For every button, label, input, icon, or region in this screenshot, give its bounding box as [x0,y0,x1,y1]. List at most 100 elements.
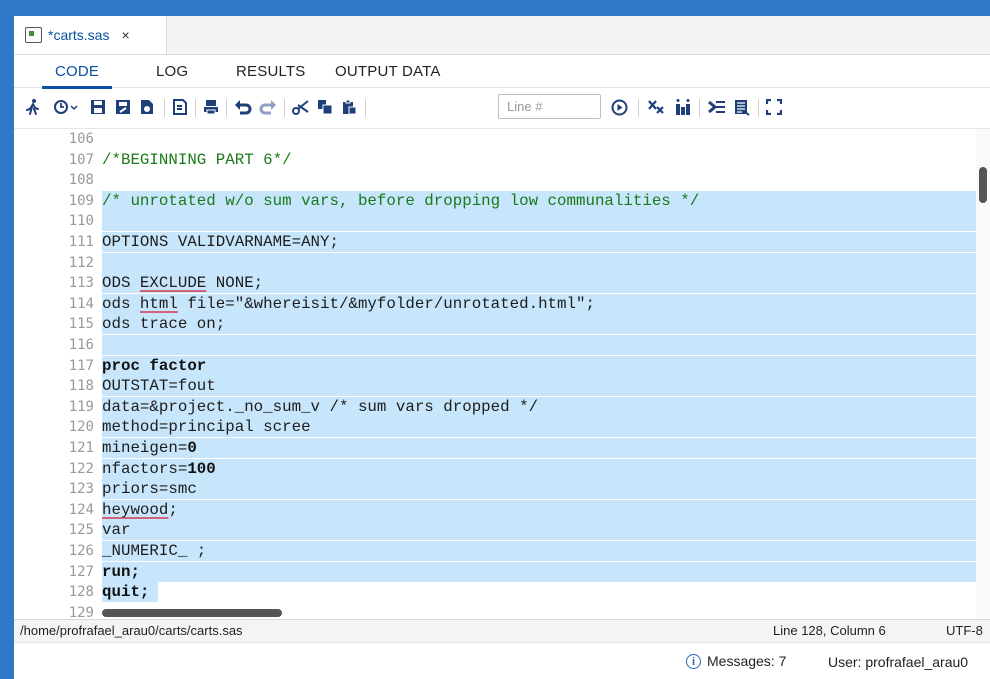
selection-highlight [102,479,976,500]
snippets-icon[interactable] [734,96,750,118]
code-text: ODS EXCLUDE NONE; [102,274,264,293]
tab-results[interactable]: RESULTS [236,63,305,80]
code-editor[interactable]: 130129128quit;127run;126_NUMERIC_ ;125va… [14,129,990,619]
toolbar-separator [638,99,639,117]
tab-log[interactable]: LOG [156,63,188,80]
cursor-position: Line 128, Column 6 [773,623,886,638]
code-text: heywood; [102,500,178,519]
line-number: 107 [68,151,94,168]
editor-subtabs: CODE LOG RESULTS OUTPUT DATA [14,55,990,89]
save-as-icon[interactable] [115,96,131,118]
selection-highlight [102,458,976,479]
close-tab-icon[interactable]: × [121,27,129,43]
undo-icon[interactable] [234,96,252,118]
code-line[interactable]: 119 data=&project._no_sum_v /* sum vars d… [14,396,990,417]
vertical-scrollbar[interactable] [976,129,990,619]
code-line[interactable]: 115 ods trace on; [14,314,990,335]
code-line[interactable]: 118 OUTSTAT=fout [14,376,990,397]
line-number: 128 [68,584,94,601]
toolbar-separator [284,99,285,117]
line-number: 118 [68,378,94,395]
line-number: 126 [68,543,94,559]
toolbar-separator [226,99,227,117]
cut-icon[interactable] [292,96,310,118]
selection-highlight [102,541,976,561]
line-number: 129 [68,604,94,619]
toolbar-separator [195,99,196,117]
toolbar-separator [164,99,165,117]
line-number: 123 [68,481,94,498]
tab-output-data[interactable]: OUTPUT DATA [335,63,441,80]
code-text: var [102,521,131,540]
code-line[interactable]: 124 heywood; [14,499,990,520]
code-text: method=principal scree [102,418,311,437]
vertical-scroll-thumb[interactable] [979,167,987,203]
code-line[interactable]: 110 [14,211,990,232]
paste-icon[interactable] [341,96,357,118]
code-line[interactable]: 117 proc factor [14,355,990,376]
code-text: ods trace on; [102,315,226,334]
file-tab-bar: *carts.sas × [14,16,990,55]
file-tab-name: *carts.sas [48,27,110,43]
file-path: /home/profrafael_arau0/carts/carts.sas [20,623,243,638]
run-icon[interactable] [24,96,42,118]
code-line[interactable]: 120 method=principal scree [14,417,990,438]
code-line[interactable]: 121 mineigen=0 [14,438,990,458]
code-text: OPTIONS VALIDVARNAME=ANY; [102,233,339,251]
line-goto-icon[interactable] [611,96,628,118]
maximize-icon[interactable] [766,96,782,118]
line-number: 114 [68,295,94,312]
line-number: 119 [68,398,94,415]
download-icon[interactable] [139,96,155,118]
code-line[interactable]: 126 _NUMERIC_ ; [14,541,990,561]
line-number-input[interactable] [498,94,601,119]
selection-highlight [102,520,976,541]
code-line[interactable]: 114 ods html file="&whereisit/&myfolder/u… [14,293,990,314]
code-line[interactable]: 127 run; [14,561,990,582]
print-icon[interactable] [203,96,219,118]
redo-icon[interactable] [259,96,277,118]
code-line[interactable]: 109 /* unrotated w/o sum vars, before dro… [14,190,990,211]
clear-icon[interactable] [647,96,665,118]
line-number: 121 [68,440,94,456]
code-text: run; [102,562,140,581]
user-name: User: profrafael_arau0 [828,654,969,670]
copy-icon[interactable] [317,96,333,118]
messages-count: Messages: 7 [707,653,787,669]
sas-studio-window: *carts.sas × CODE LOG RESULTS OUTPUT DAT… [14,16,990,679]
line-number: 124 [68,501,94,518]
code-line[interactable]: 125 var [14,520,990,541]
code-line[interactable]: 106 [14,129,990,149]
selection-highlight [102,252,976,273]
code-line[interactable]: 122 nfactors=100 [14,458,990,479]
code-line[interactable]: 123 priors=smc [14,479,990,500]
horizontal-scroll-thumb[interactable] [102,609,282,617]
save-icon[interactable] [90,96,106,118]
line-number: 116 [68,337,94,353]
code-line[interactable]: 112 [14,252,990,273]
code-text: _NUMERIC_ ; [102,542,207,560]
file-encoding: UTF-8 [946,623,983,638]
history-icon[interactable] [52,96,78,118]
code-line[interactable]: 113 ODS EXCLUDE NONE; [14,273,990,294]
line-number: 109 [68,192,94,209]
line-number: 110 [68,213,94,230]
query-icon[interactable] [674,96,692,118]
code-line[interactable]: 128 quit; [14,582,990,603]
code-line[interactable]: 108 [14,170,990,190]
code-line[interactable]: 111 OPTIONS VALIDVARNAME=ANY; [14,232,990,252]
selection-highlight [102,438,976,458]
code-text: priors=smc [102,480,197,499]
file-tab[interactable]: *carts.sas × [14,16,167,54]
selection-highlight [102,314,976,335]
tab-code[interactable]: CODE [41,63,113,89]
format-icon[interactable] [172,96,188,118]
bottom-bar: i Messages: 7 User: profrafael_arau0 [14,642,990,679]
code-line[interactable]: 116 [14,335,990,355]
selection-highlight [102,335,976,355]
messages-link[interactable]: i Messages: 7 [686,653,786,669]
submit-icon[interactable] [708,96,726,118]
code-line[interactable]: 107 /*BEGINNING PART 6*/ [14,150,990,170]
line-number: 125 [68,522,94,539]
code-text: /* unrotated w/o sum vars, before droppi… [102,191,700,210]
